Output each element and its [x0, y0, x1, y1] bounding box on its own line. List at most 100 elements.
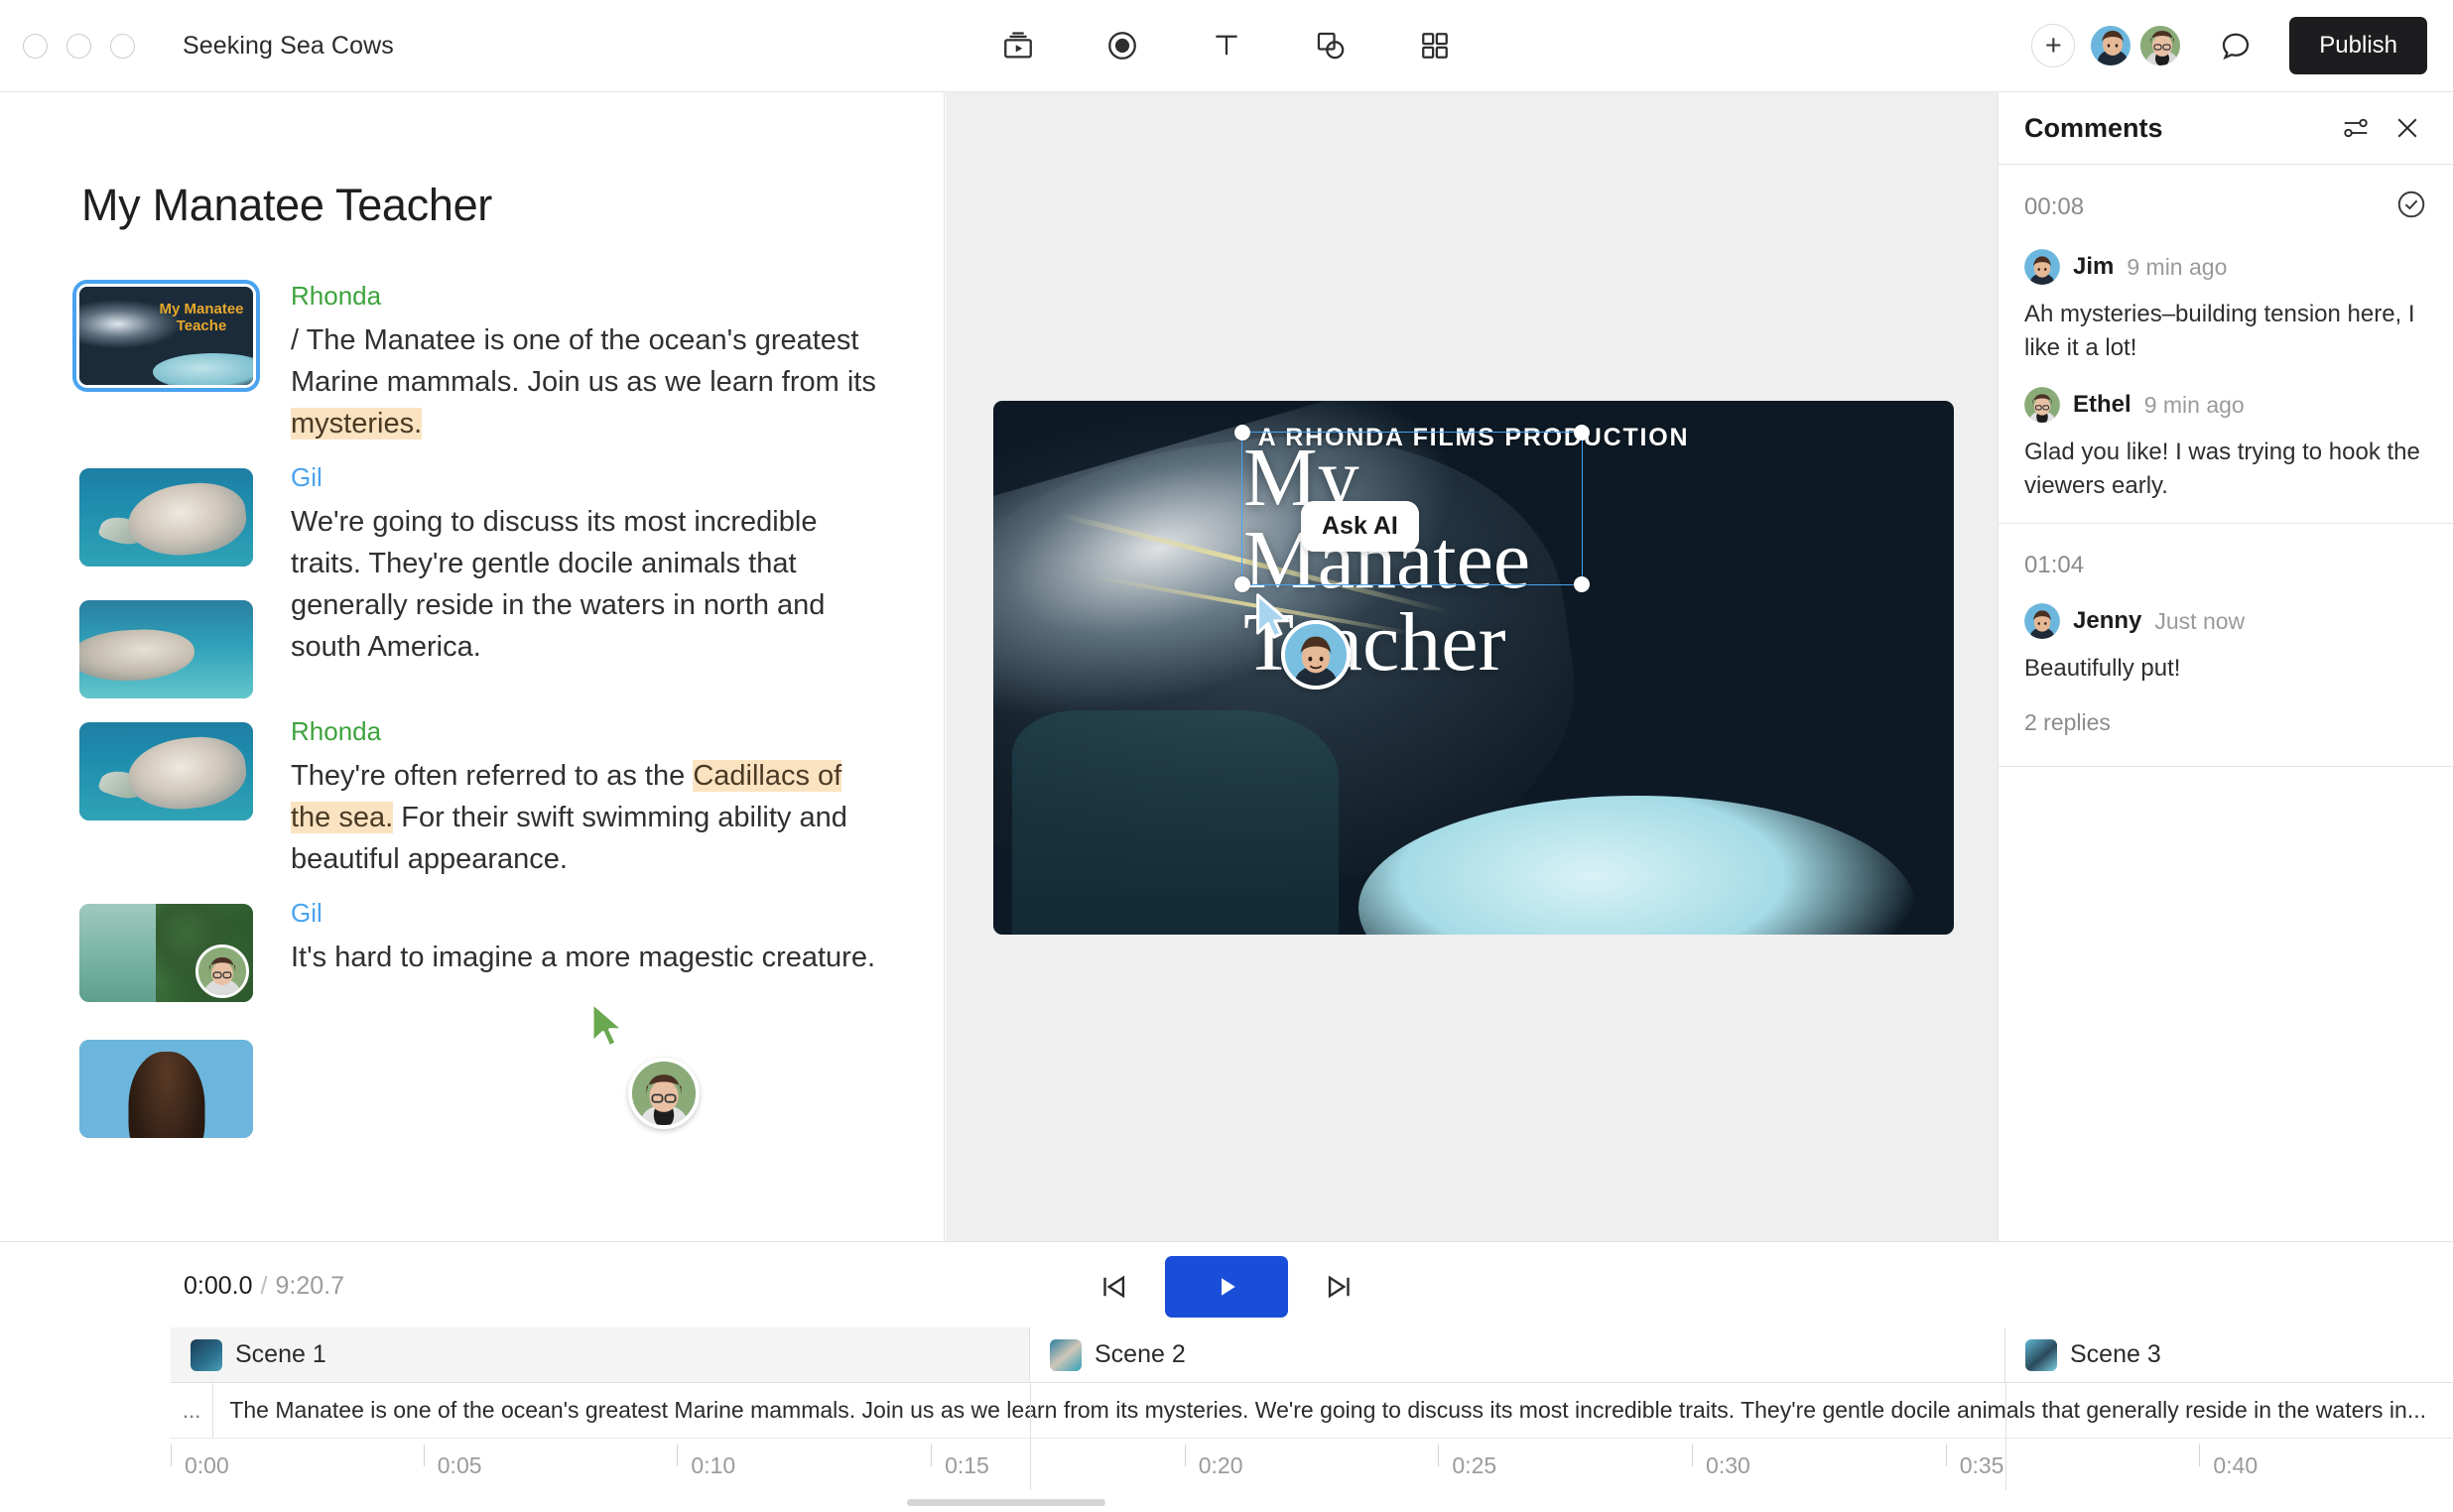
comment-author-name: Jenny [2073, 607, 2141, 635]
app-root: Seeking Sea Cows [0, 0, 2453, 1512]
ask-ai-button[interactable]: Ask AI [1301, 501, 1419, 552]
window-maximize-dot[interactable] [110, 34, 135, 59]
scene-thumbnail[interactable] [79, 904, 253, 1002]
comment-body: Glad you like! I was trying to hook the … [2024, 436, 2427, 503]
apps-grid-icon[interactable] [1412, 23, 1458, 68]
comment-author-name: Ethel [2073, 391, 2131, 419]
timeline-transcript-strip[interactable]: ... The Manatee is one of the ocean's gr… [171, 1383, 2453, 1439]
comment-author-name: Jim [2073, 253, 2114, 281]
comments-toggle-icon[interactable] [2210, 20, 2261, 71]
add-collaborator-button[interactable]: + [2031, 24, 2075, 67]
timeline-ruler[interactable]: 0:00 0:05 0:10 0:15 0:20 0:25 0:30 0:35 … [171, 1439, 2453, 1490]
speaker-label: Rhonda [291, 716, 884, 747]
skip-to-end-icon[interactable] [1318, 1265, 1361, 1309]
script-thumb-col [79, 716, 256, 880]
resize-handle-top-left[interactable] [1234, 425, 1250, 441]
thumbnail-art [79, 600, 253, 698]
ruler-tick: 0:00 [171, 1439, 424, 1490]
transcript-strip-text: The Manatee is one of the ocean's greate… [213, 1397, 2426, 1424]
document-title[interactable]: Seeking Sea Cows [183, 32, 394, 61]
comment-time: Just now [2154, 608, 2245, 635]
script-block[interactable]: Gil It's hard to imagine a more magestic… [0, 898, 944, 1138]
close-icon[interactable] [2388, 108, 2427, 148]
media-library-icon[interactable] [995, 23, 1041, 68]
text-tool-icon[interactable] [1204, 23, 1249, 68]
avatar-ethel-overlay[interactable] [195, 945, 249, 998]
ruler-tick: 0:35 [1946, 1439, 2200, 1490]
shapes-icon[interactable] [1308, 23, 1354, 68]
script-blocks: My Manatee Teache Rhonda / The Manatee i… [0, 281, 944, 1138]
thumbnail-art [79, 722, 253, 820]
comment-thread[interactable]: 01:04 Jenny Just no [1999, 524, 2453, 767]
total-time: 9:20.7 [275, 1272, 344, 1300]
comment-thread[interactable]: 00:08 [1999, 165, 2453, 524]
ruler-tick: 0:05 [424, 1439, 678, 1490]
resize-handle-top-right[interactable] [1574, 425, 1590, 441]
utterance-text[interactable]: / The Manatee is one of the ocean's grea… [291, 319, 884, 444]
script-thumb-col [79, 898, 256, 1138]
comments-panel-title: Comments [2024, 113, 2336, 144]
thumbnail-detail [125, 732, 250, 815]
scene-thumbnail[interactable] [79, 722, 253, 820]
scene-thumbnail[interactable] [79, 468, 253, 567]
ruler-tick: 0:10 [677, 1439, 931, 1490]
scene-thumbnail[interactable]: My Manatee Teache [79, 287, 253, 385]
preview-canvas[interactable]: A RHONDA FILMS PRODUCTION My Manatee Tea… [946, 92, 1998, 1241]
script-block[interactable]: My Manatee Teache Rhonda / The Manatee i… [0, 281, 944, 444]
scene-thumbnail[interactable] [79, 600, 253, 698]
comment-time: 9 min ago [2144, 392, 2245, 419]
comment-timestamp[interactable]: 01:04 [2024, 552, 2427, 579]
publish-button[interactable]: Publish [2289, 17, 2427, 74]
window-close-dot[interactable] [23, 34, 48, 59]
ruler-tick: 0:40 [2199, 1439, 2453, 1490]
comment-message: Ethel 9 min ago Glad you like! I was try… [2024, 387, 2427, 503]
record-icon[interactable] [1099, 23, 1145, 68]
comments-panel[interactable]: Comments 00:08 [1998, 92, 2453, 1241]
avatar-jenny[interactable] [2024, 603, 2060, 639]
avatar-ethel[interactable] [2138, 24, 2182, 67]
scene-tab-2[interactable]: Scene 2 [1030, 1327, 2005, 1382]
script-text-col: Rhonda / The Manatee is one of the ocean… [256, 281, 944, 444]
thumbnail-title-overlay: My Manatee Teache [154, 301, 249, 335]
window-controls[interactable] [23, 34, 135, 59]
script-block[interactable]: Gil We're going to discuss its most incr… [0, 462, 944, 698]
utterance-text[interactable]: It's hard to imagine a more magestic cre… [291, 937, 884, 978]
comment-timestamp[interactable]: 00:08 [2024, 193, 2395, 221]
utterance-text[interactable]: We're going to discuss its most incredib… [291, 501, 884, 668]
comment-replies-link[interactable]: 2 replies [2024, 709, 2427, 736]
resize-handle-bottom-left[interactable] [1234, 576, 1250, 592]
comment-body: Ah mysteries–building tension here, I li… [2024, 298, 2427, 365]
resize-handle-bottom-right[interactable] [1574, 576, 1590, 592]
thumbnail-art: My Manatee Teache [79, 287, 253, 385]
video-preview[interactable]: A RHONDA FILMS PRODUCTION My Manatee Tea… [993, 401, 1954, 935]
check-circle-icon[interactable] [2395, 189, 2427, 225]
sliders-icon[interactable] [2336, 108, 2376, 148]
scene-tab-thumbnail [191, 1339, 222, 1371]
avatar-jim[interactable] [2089, 24, 2132, 67]
scene-tab-label: Scene 3 [2070, 1340, 2161, 1369]
thumbnail-art [79, 1040, 253, 1138]
script-thumb-col [79, 462, 256, 698]
play-button[interactable] [1165, 1256, 1288, 1318]
scene-tab-1[interactable]: Scene 1 [171, 1327, 1030, 1382]
skip-to-start-icon[interactable] [1092, 1265, 1135, 1309]
transcript-strip-ellipsis: ... [171, 1383, 213, 1438]
scene-tabs: Scene 1 Scene 2 Scene 3 [171, 1327, 2453, 1383]
utterance-pre: They're often referred to as the [291, 760, 693, 792]
script-title[interactable]: My Manatee Teacher [81, 180, 944, 231]
scene-tab-thumbnail [1050, 1339, 1082, 1371]
scene-thumbnail[interactable] [79, 1040, 253, 1138]
script-panel[interactable]: My Manatee Teacher My Manatee Teache Rho… [0, 92, 945, 1241]
scene-tab-label: Scene 1 [235, 1340, 326, 1369]
utterance-highlight[interactable]: mysteries. [291, 408, 422, 440]
timeline-horizontal-scrollbar[interactable] [907, 1499, 1105, 1506]
comments-header: Comments [1999, 92, 2453, 165]
window-minimize-dot[interactable] [66, 34, 91, 59]
avatar-ethel[interactable] [2024, 387, 2060, 423]
scene-tab-3[interactable]: Scene 3 [2005, 1327, 2453, 1382]
avatar-jim[interactable] [2024, 249, 2060, 285]
script-block[interactable]: Rhonda They're often referred to as the … [0, 716, 944, 880]
comment-time: 9 min ago [2127, 254, 2227, 281]
thumbnail-detail [79, 627, 195, 685]
utterance-text[interactable]: They're often referred to as the Cadilla… [291, 755, 884, 880]
